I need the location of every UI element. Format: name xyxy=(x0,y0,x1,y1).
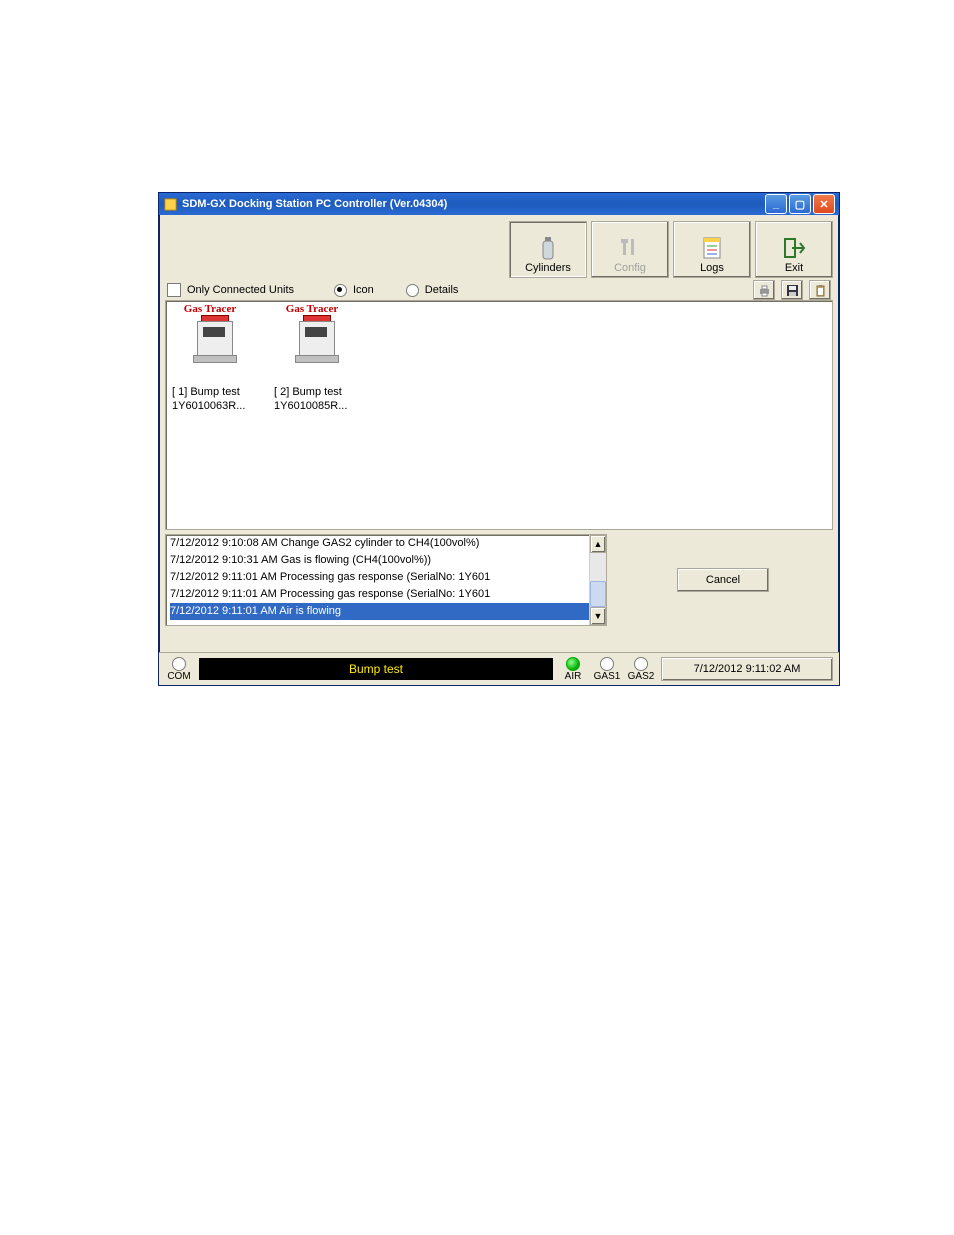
gas1-indicator: GAS1 xyxy=(593,657,621,682)
cancel-label: Cancel xyxy=(706,574,740,586)
exit-button[interactable]: Exit xyxy=(755,221,833,278)
unit-brand-label: Gas Tracer xyxy=(170,303,250,315)
gas1-led-icon xyxy=(600,657,614,671)
titlebar: SDM-GX Docking Station PC Controller (Ve… xyxy=(159,193,839,215)
unit-line1: [ 2] Bump test xyxy=(274,385,372,399)
gas1-label: GAS1 xyxy=(594,671,621,682)
unit-list[interactable]: Gas Tracer [ 1] Bump test 1Y6010063R... … xyxy=(165,300,833,530)
scroll-thumb[interactable] xyxy=(590,581,606,607)
cylinder-icon xyxy=(540,234,556,262)
com-led-icon xyxy=(172,657,186,671)
floppy-icon xyxy=(786,284,799,297)
log-row[interactable]: 7/12/2012 9:11:01 AM Processing gas resp… xyxy=(170,569,589,586)
log-row[interactable]: 7/12/2012 9:10:31 AM Gas is flowing (CH4… xyxy=(170,552,589,569)
toolbar: Cylinders Config Logs Exit xyxy=(159,215,839,279)
docking-station-icon xyxy=(174,315,254,385)
maximize-button[interactable]: ▢ xyxy=(789,194,811,214)
tools-icon xyxy=(619,234,641,262)
minimize-button[interactable]: _ xyxy=(765,194,787,214)
only-connected-checkbox[interactable] xyxy=(167,283,181,297)
com-indicator: COM xyxy=(165,657,193,682)
gas2-label: GAS2 xyxy=(628,671,655,682)
window-title: SDM-GX Docking Station PC Controller (Ve… xyxy=(182,198,763,210)
exit-label: Exit xyxy=(785,262,803,274)
config-button: Config xyxy=(591,221,669,278)
status-message: Bump test xyxy=(199,658,553,680)
save-button[interactable] xyxy=(781,280,803,300)
logs-label: Logs xyxy=(700,262,724,274)
filter-row: Only Connected Units Icon Details xyxy=(159,279,839,300)
app-window: SDM-GX Docking Station PC Controller (Ve… xyxy=(158,192,840,686)
cylinders-button[interactable]: Cylinders xyxy=(509,221,587,278)
status-message-text: Bump test xyxy=(349,662,403,676)
cylinders-label: Cylinders xyxy=(525,262,571,274)
view-icon-label: Icon xyxy=(353,284,374,296)
unit-line2: 1Y6010063R... xyxy=(172,399,270,413)
com-label: COM xyxy=(167,671,190,682)
print-button[interactable] xyxy=(753,280,775,300)
log-scrollbar[interactable]: ▲ ▼ xyxy=(589,535,606,625)
logs-icon xyxy=(701,234,723,262)
scroll-up-button[interactable]: ▲ xyxy=(590,535,606,553)
unit-brand-label: Gas Tracer xyxy=(272,303,352,315)
close-button[interactable]: ✕ xyxy=(813,194,835,214)
log-content: 7/12/2012 9:10:08 AM Change GAS2 cylinde… xyxy=(166,535,589,625)
unit-item[interactable]: Gas Tracer [ 1] Bump test 1Y6010063R... xyxy=(170,303,270,413)
scroll-down-button[interactable]: ▼ xyxy=(590,607,606,625)
air-label: AIR xyxy=(565,671,582,682)
scroll-track[interactable] xyxy=(590,553,606,607)
gas2-indicator: GAS2 xyxy=(627,657,655,682)
unit-line2: 1Y6010085R... xyxy=(274,399,372,413)
exit-icon xyxy=(782,234,806,262)
air-led-icon xyxy=(566,657,580,671)
log-row[interactable]: 7/12/2012 9:11:01 AM Processing gas resp… xyxy=(170,586,589,603)
cancel-button[interactable]: Cancel xyxy=(677,568,769,592)
gas2-led-icon xyxy=(634,657,648,671)
statusbar: COM Bump test AIR GAS1 GAS2 7/12/2012 9:… xyxy=(159,652,839,685)
unit-line1: [ 1] Bump test xyxy=(172,385,270,399)
log-row[interactable]: 7/12/2012 9:10:08 AM Change GAS2 cylinde… xyxy=(170,535,589,552)
view-details-label: Details xyxy=(425,284,459,296)
only-connected-label: Only Connected Units xyxy=(187,284,294,296)
config-label: Config xyxy=(614,262,646,274)
clock: 7/12/2012 9:11:02 AM xyxy=(661,657,833,681)
log-listbox[interactable]: 7/12/2012 9:10:08 AM Change GAS2 cylinde… xyxy=(165,534,607,626)
view-details-radio[interactable] xyxy=(406,284,419,297)
clipboard-button[interactable] xyxy=(809,280,831,300)
clock-text: 7/12/2012 9:11:02 AM xyxy=(694,663,801,675)
printer-icon xyxy=(758,284,771,297)
unit-item[interactable]: Gas Tracer [ 2] Bump test 1Y6010085R... xyxy=(272,303,372,413)
log-row[interactable]: 7/12/2012 9:11:01 AM Air is flowing xyxy=(170,603,589,620)
app-icon xyxy=(163,197,178,212)
clipboard-icon xyxy=(814,284,827,297)
logs-button[interactable]: Logs xyxy=(673,221,751,278)
air-indicator: AIR xyxy=(559,657,587,682)
docking-station-icon xyxy=(276,315,356,385)
view-icon-radio[interactable] xyxy=(334,284,347,297)
